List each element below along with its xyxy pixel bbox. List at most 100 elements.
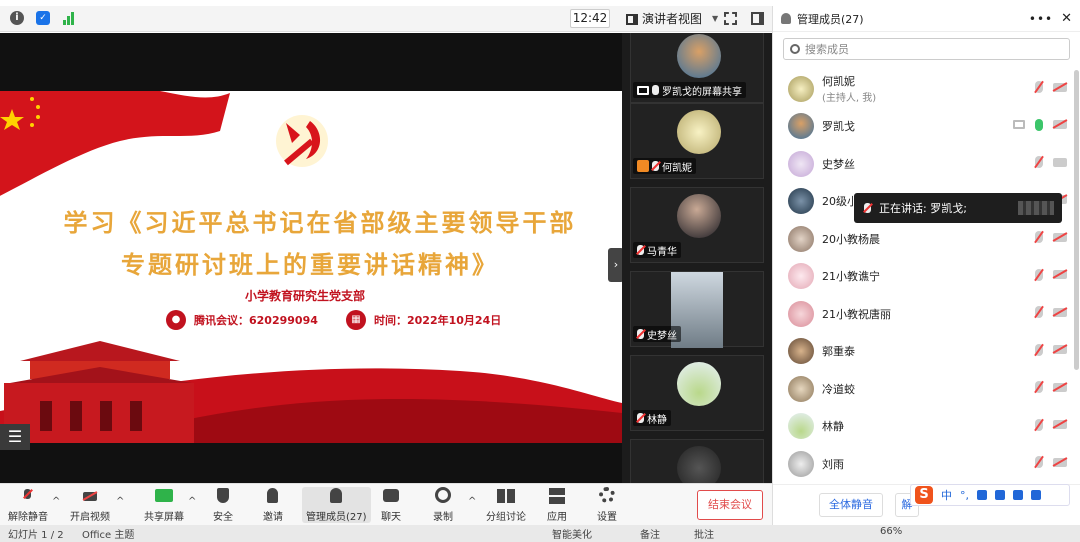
screen-share-icon <box>637 85 649 95</box>
tile-name-bar: 林静 <box>633 410 671 426</box>
breakout-button[interactable]: 分组讨论 <box>486 487 526 523</box>
fullscreen-icon[interactable] <box>724 12 737 25</box>
members-list: 何凯妮 (主持人, 我) 罗凯戈 史梦丝 20级小 20小教杨晨 21小教谯宁 … <box>773 70 1073 483</box>
chevron-up-icon[interactable]: ^ <box>116 496 124 507</box>
list-item[interactable]: 罗凯戈 <box>773 108 1073 146</box>
info-icon[interactable]: i <box>10 11 24 25</box>
slide-subtitle: 专题研讨班上的重要讲话精神》 <box>121 250 499 279</box>
camera-off-icon[interactable] <box>1053 457 1067 467</box>
mic-muted-icon[interactable] <box>1035 306 1043 318</box>
camera-off-icon[interactable] <box>1053 120 1067 129</box>
mic-icon <box>652 85 659 95</box>
video-tile[interactable]: 罗凯戈的屏幕共享 <box>630 33 764 103</box>
list-item[interactable]: 21小教谯宁 <box>773 258 1073 296</box>
ime-lang[interactable]: 中 <box>941 487 952 503</box>
tile-name: 马青华 <box>647 246 677 258</box>
notes-button[interactable]: 备注 <box>640 526 660 541</box>
chevron-up-icon[interactable]: ^ <box>52 496 60 507</box>
camera-off-icon[interactable] <box>1053 307 1067 317</box>
record-button[interactable]: 录制 <box>432 487 454 523</box>
mute-all-button[interactable]: 全体静音 <box>819 493 883 517</box>
video-tile[interactable]: 马青华 <box>630 187 764 263</box>
members-scrollbar[interactable] <box>1074 70 1079 370</box>
skin-icon[interactable] <box>1013 490 1023 500</box>
security-button[interactable]: 安全 <box>212 487 234 523</box>
video-tile[interactable] <box>630 439 764 483</box>
chevron-up-icon[interactable]: ^ <box>188 496 196 507</box>
camera-off-icon[interactable] <box>1053 420 1067 429</box>
list-item[interactable]: 21小教祝唐丽 <box>773 295 1073 333</box>
speaking-indicator: 正在讲话: 罗凯戈; <box>854 193 1062 223</box>
share-screen-button[interactable]: 共享屏幕 <box>144 487 184 523</box>
settings-button[interactable]: 设置 <box>596 487 618 523</box>
mic-icon[interactable] <box>1035 118 1043 131</box>
list-item[interactable]: 20小教杨晨 <box>773 220 1073 258</box>
camera-off-icon[interactable] <box>1053 270 1067 279</box>
camera-off-icon[interactable] <box>1053 345 1067 354</box>
list-item[interactable]: 史梦丝 <box>773 145 1073 183</box>
chat-button[interactable]: 聊天 <box>380 487 402 523</box>
end-meeting-button[interactable]: 结束会议 <box>697 490 763 520</box>
smart-beautify-button[interactable]: 智能美化 <box>552 526 592 541</box>
mic-muted-icon[interactable] <box>1035 231 1043 243</box>
camera-off-icon[interactable] <box>1053 232 1067 242</box>
video-tile[interactable]: 林静 <box>630 355 764 431</box>
more-icon[interactable]: ••• <box>1029 12 1053 26</box>
mic-muted-icon[interactable] <box>1035 81 1043 93</box>
slide-menu-icon[interactable]: ☰ <box>0 424 30 450</box>
video-tile[interactable]: 何凯妮 <box>630 103 764 179</box>
unmute-button[interactable]: 解除静音 <box>8 487 48 523</box>
person-icon <box>781 13 791 24</box>
avatar <box>788 113 814 140</box>
view-mode-dropdown[interactable]: 演讲者视图 ▼ <box>626 10 718 28</box>
manage-members-label: 管理成员(27) <box>306 512 367 523</box>
members-panel: 管理成员(27) ••• ✕ 搜索成员 何凯妮 (主持人, 我) 罗凯戈 史梦丝 <box>772 6 1080 542</box>
speaker-view-icon <box>626 13 638 25</box>
ime-toolbar[interactable]: S 中 °, <box>910 484 1070 506</box>
list-item[interactable]: 林静 <box>773 408 1073 446</box>
mic-muted-icon[interactable] <box>1035 268 1043 281</box>
breakout-label: 分组讨论 <box>486 512 526 523</box>
list-item[interactable]: 郭重泰 <box>773 333 1073 371</box>
video-tile[interactable]: 史梦丝 <box>630 271 764 348</box>
comments-button[interactable]: 批注 <box>694 526 714 541</box>
apps-label: 应用 <box>547 512 567 523</box>
toolbox-icon[interactable] <box>1031 490 1041 500</box>
member-search-input[interactable]: 搜索成员 <box>783 38 1070 60</box>
close-icon[interactable]: ✕ <box>1061 11 1072 26</box>
mic-muted-icon <box>17 487 39 505</box>
member-name: 罗凯戈 <box>822 120 855 134</box>
members-panel-title: 管理成员(27) <box>797 12 864 26</box>
apps-button[interactable]: 应用 <box>546 487 568 523</box>
keyboard-icon[interactable] <box>995 490 1005 500</box>
camera-off-icon[interactable] <box>1053 82 1067 92</box>
signal-icon[interactable] <box>62 11 76 25</box>
camera-off-icon[interactable] <box>1053 382 1067 392</box>
mic-muted-icon[interactable] <box>1035 343 1043 356</box>
invite-button[interactable]: 邀请 <box>262 487 284 523</box>
sidebar-toggle-icon[interactable] <box>751 12 764 25</box>
mic-muted-icon[interactable] <box>1035 418 1043 431</box>
tile-name: 罗凯戈的屏幕共享 <box>662 86 742 98</box>
avatar <box>788 150 814 177</box>
chevron-up-icon[interactable]: ^ <box>468 496 476 507</box>
mic-muted-icon[interactable] <box>1035 381 1043 393</box>
shield-icon[interactable]: ✓ <box>36 11 50 25</box>
manage-members-button[interactable]: 管理成员(27) <box>302 487 371 523</box>
avatar <box>677 34 721 78</box>
start-video-label: 开启视频 <box>70 512 110 523</box>
mic-muted-icon[interactable] <box>1035 156 1043 168</box>
list-item[interactable]: 何凯妮 (主持人, 我) <box>773 70 1073 108</box>
host-badge-icon <box>637 160 649 172</box>
list-item[interactable]: 冷道蛟 <box>773 370 1073 408</box>
voice-icon[interactable] <box>977 490 987 500</box>
start-video-button[interactable]: 开启视频 <box>70 487 110 523</box>
members-panel-header: 管理成员(27) ••• ✕ <box>773 6 1080 32</box>
avatar <box>788 338 814 365</box>
list-item[interactable]: 刘雨 <box>773 445 1073 483</box>
ime-punct[interactable]: °, <box>960 489 969 502</box>
mic-muted-icon[interactable] <box>1035 456 1043 468</box>
zoom-level[interactable]: 66% <box>880 526 902 537</box>
slide-title: 学习《习近平总书记在省部级主要领导干部 <box>63 208 577 237</box>
camera-icon[interactable] <box>1053 157 1067 167</box>
